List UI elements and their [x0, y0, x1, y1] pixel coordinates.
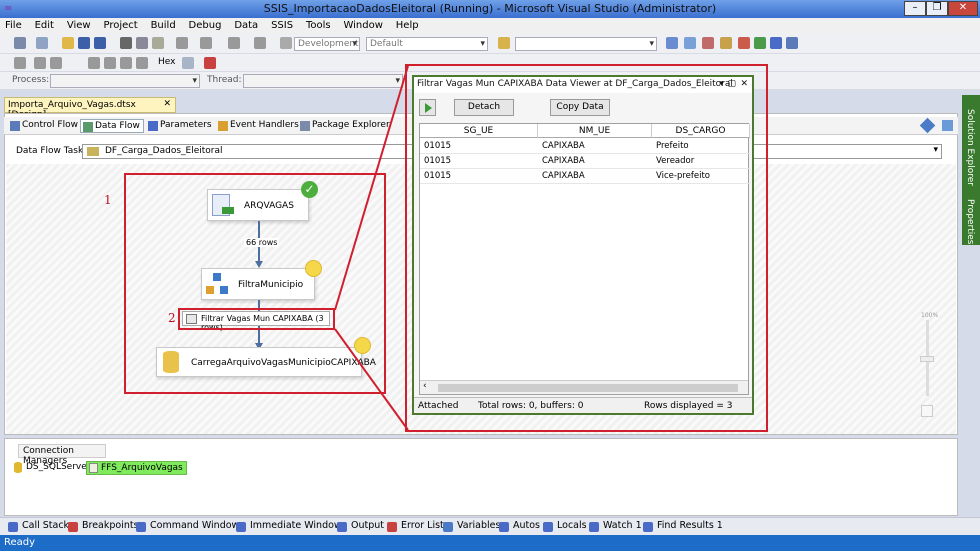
data-viewer-title-bar: Filtrar Vagas Mun CAPIXABA Data Viewer a…	[414, 77, 752, 93]
autos-icon	[499, 522, 509, 532]
immediate-window-icon	[236, 522, 246, 532]
find-results-icon	[643, 522, 653, 532]
annotation-number-2: 2	[168, 311, 176, 325]
grid-cell[interactable]: Prefeito	[652, 139, 750, 154]
total-rows-status: Total rows: 0, buffers: 0	[478, 401, 584, 411]
grid-cell[interactable]: CAPIXABA	[538, 169, 652, 184]
tab-immediate-window[interactable]: Immediate Window	[236, 520, 342, 532]
data-viewer-window: Filtrar Vagas Mun CAPIXABA Data Viewer a…	[412, 75, 754, 415]
continue-button[interactable]	[419, 99, 436, 116]
tab-command-window[interactable]: Command Window	[136, 520, 239, 532]
database-icon	[14, 462, 22, 473]
tab-autos[interactable]: Autos	[499, 520, 540, 532]
scroll-left-icon[interactable]: ‹	[423, 381, 427, 391]
tab-variables[interactable]: Variables	[443, 520, 500, 532]
connection-managers-pane	[4, 438, 958, 516]
tab-watch-1[interactable]: Watch 1	[589, 520, 642, 532]
zoom-level: 100%	[921, 312, 939, 319]
zoom-thumb[interactable]	[920, 356, 934, 362]
solution-explorer-tab[interactable]: Solution Explorer	[965, 109, 975, 186]
horizontal-scrollbar[interactable]: ‹	[420, 380, 748, 394]
tab-find-results-1[interactable]: Find Results 1	[643, 520, 723, 532]
copy-data-button[interactable]: Copy Data	[550, 99, 610, 116]
dropdown-icon[interactable]: ▾	[719, 79, 724, 89]
grid-cell[interactable]: 01015	[420, 154, 538, 169]
maximize-icon[interactable]: ▢	[727, 79, 736, 89]
output-icon	[337, 522, 347, 532]
annotation-number-1: 1	[104, 193, 112, 207]
grid-cell[interactable]: 01015	[420, 169, 538, 184]
watch-icon	[589, 522, 599, 532]
attached-status: Attached	[418, 401, 459, 411]
tab-breakpoints[interactable]: Breakpoints	[68, 520, 139, 532]
data-grid: SG_UE NM_UE DS_CARGO 01015 CAPIXABA Pref…	[419, 123, 750, 395]
data-viewer-status-bar: Attached Total rows: 0, buffers: 0 Rows …	[414, 397, 752, 413]
grid-cell[interactable]: Vereador	[652, 154, 750, 169]
tab-call-stack[interactable]: Call Stack	[8, 520, 69, 532]
right-tool-rail: Solution Explorer Properties	[962, 95, 980, 245]
grid-cell[interactable]: CAPIXABA	[538, 154, 652, 169]
close-icon[interactable]: ✕	[740, 79, 748, 89]
tab-locals[interactable]: Locals	[543, 520, 587, 532]
variables-icon	[443, 522, 453, 532]
flat-file-icon	[89, 463, 98, 473]
breakpoints-icon	[68, 522, 78, 532]
detach-button[interactable]: Detach	[454, 99, 514, 116]
play-icon	[425, 103, 432, 113]
properties-tab[interactable]: Properties	[965, 199, 975, 244]
status-bar: Ready	[0, 535, 980, 551]
column-header[interactable]: SG_UE	[420, 124, 538, 138]
command-window-icon	[136, 522, 146, 532]
column-header[interactable]: DS_CARGO	[652, 124, 750, 138]
locals-icon	[543, 522, 553, 532]
error-list-icon	[387, 522, 397, 532]
grid-cell[interactable]: Vice-prefeito	[652, 169, 750, 184]
grid-cell[interactable]: 01015	[420, 139, 538, 154]
connection-item[interactable]: FFS_ArquivoVagas	[86, 461, 187, 475]
grid-cell[interactable]: CAPIXABA	[538, 139, 652, 154]
zoom-to-fit-icon[interactable]	[921, 405, 933, 417]
tab-error-list[interactable]: Error List	[387, 520, 444, 532]
connection-managers-tab[interactable]: Connection Managers	[18, 444, 106, 466]
connection-item[interactable]: DS_SQLServer	[12, 461, 93, 475]
rows-displayed-status: Rows displayed = 3	[644, 401, 733, 411]
tool-window-tabs: Call Stack Breakpoints Command Window Im…	[0, 517, 980, 535]
column-header[interactable]: NM_UE	[538, 124, 652, 138]
data-viewer-title: Filtrar Vagas Mun CAPIXABA Data Viewer a…	[417, 79, 733, 89]
tab-output[interactable]: Output	[337, 520, 384, 532]
scroll-thumb[interactable]	[438, 384, 738, 392]
call-stack-icon	[8, 522, 18, 532]
